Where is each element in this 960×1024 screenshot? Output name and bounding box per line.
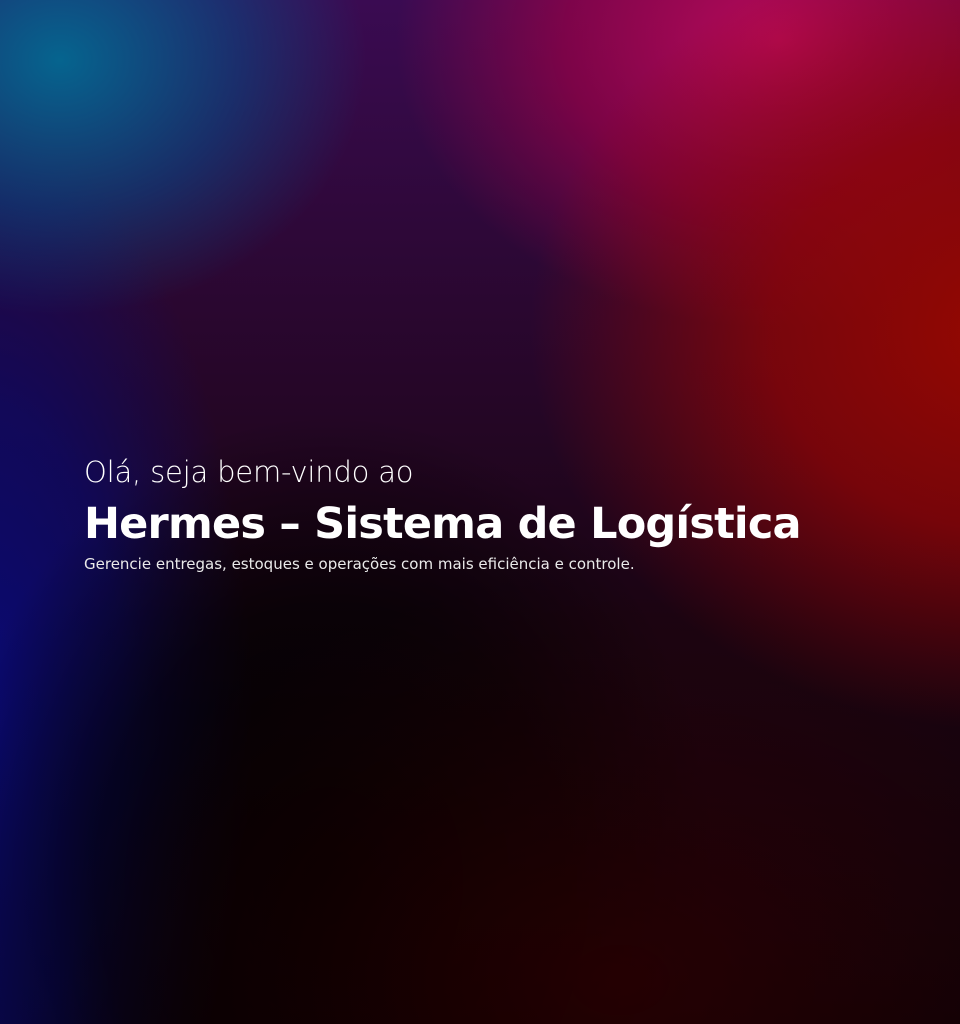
welcome-block: Olá, seja bem-vindo ao Hermes – Sistema … (84, 452, 904, 574)
page-subtitle: Gerencie entregas, estoques e operações … (84, 555, 635, 573)
greeting-text: Olá, seja bem-vindo ao (84, 455, 414, 489)
page-title: Hermes – Sistema de Logística (84, 499, 802, 549)
hero-background: Olá, seja bem-vindo ao Hermes – Sistema … (0, 0, 960, 1024)
